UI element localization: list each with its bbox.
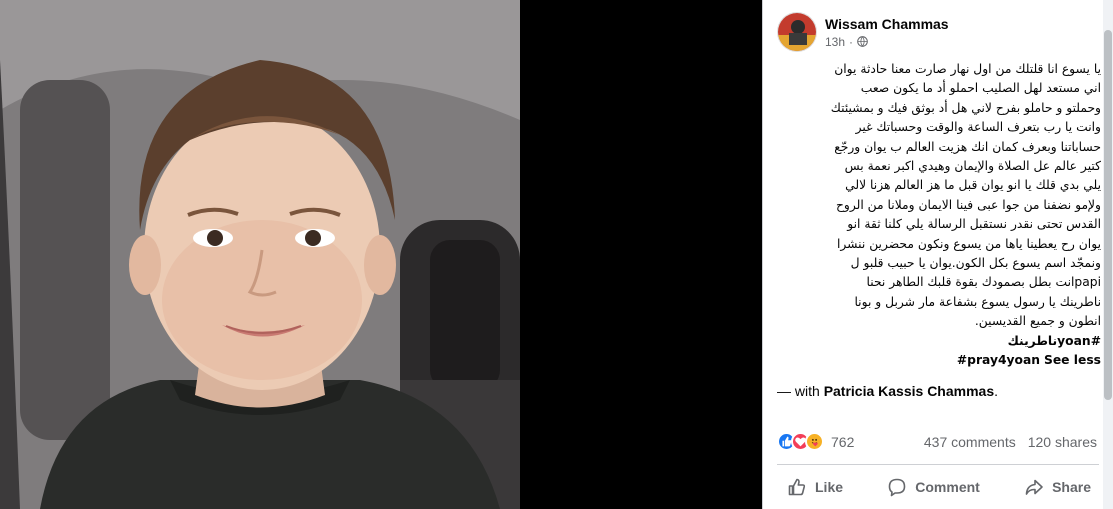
post-actions-bar: Like Comment Share <box>777 470 1101 504</box>
post-timestamp[interactable]: 13h <box>825 35 845 49</box>
caption-line: وانت يا رب بتعرف الساعة والوقت وحسباتك غ… <box>855 120 1101 135</box>
tagged-person-link[interactable]: Patricia Kassis Chammas <box>824 383 994 399</box>
speech-bubble-icon <box>888 478 906 497</box>
caption-line: يا يسوع انا قلتلك من اول نهار صارت معنا … <box>834 62 1101 76</box>
care-reaction-icon <box>805 432 824 451</box>
caption-line: حساباتنا وبعرف كمان انك هزيت العالم ب يو… <box>834 139 1101 154</box>
caption-line: ونمجّد اسم يسوع بكل الكون.يوان يا حبيب ق… <box>850 256 1101 271</box>
share-button[interactable]: Share <box>1014 470 1101 504</box>
photo-viewer <box>0 0 762 509</box>
hashtag-link[interactable]: #yoanناطرينك <box>1008 334 1101 348</box>
like-label: Like <box>815 479 844 495</box>
with-suffix: . <box>994 383 999 399</box>
author-name[interactable]: Wissam Chammas <box>825 16 949 32</box>
globe-icon <box>857 36 868 47</box>
author-block: Wissam Chammas 13h · <box>825 16 949 49</box>
comment-label: Comment <box>915 479 980 495</box>
see-less-link[interactable]: See less <box>1044 353 1101 367</box>
caption-line: القدس تحتى نقدر نستقبل الرسالة يلي كلنا … <box>847 217 1101 232</box>
share-label: Share <box>1052 479 1091 495</box>
share-arrow-icon <box>1025 479 1043 495</box>
panel-scrollbar[interactable] <box>1103 0 1113 509</box>
meta-dot: · <box>849 34 854 49</box>
engagement-stats: 762 437 comments 120 shares <box>777 432 1097 451</box>
post-photo[interactable] <box>0 0 520 509</box>
comments-count[interactable]: 437 comments <box>924 434 1016 450</box>
avatar-image <box>778 13 816 51</box>
post-meta: 13h · <box>825 35 949 49</box>
actions-divider <box>777 464 1099 465</box>
comment-button[interactable]: Comment <box>877 470 990 504</box>
post-details-panel: Wissam Chammas 13h · يا يسوع انا قلتلك م… <box>762 0 1113 509</box>
caption-line: ولإمو نضفنا من جوا عبى فينا الايمان وملا… <box>835 197 1101 212</box>
post-header: Wissam Chammas 13h · <box>777 10 949 54</box>
hashtag-line: #yoanناطرينك <box>777 332 1101 351</box>
post-caption: يا يسوع انا قلتلك من اول نهار صارت معنا … <box>777 60 1101 371</box>
caption-line: كتير عالم عل الصلاة والإيمان وهيدي اكبر … <box>844 159 1101 174</box>
caption-line: ناطرينك يا رسول يسوع بشفاعة مار شربل و ب… <box>854 294 1101 309</box>
comment-share-counts: 437 comments 120 shares <box>924 434 1097 450</box>
caption-line: يلي بدي قلك يا انو يوان قبل ما هز العالم… <box>845 178 1101 193</box>
caption-line: اني مستعد لهل الصليب احملو أد ما يكون صع… <box>860 81 1101 96</box>
author-avatar[interactable] <box>777 12 817 52</box>
with-prefix: — with <box>777 383 824 399</box>
scrollbar-thumb[interactable] <box>1104 30 1112 400</box>
shares-count[interactable]: 120 shares <box>1028 434 1097 450</box>
like-button[interactable]: Like <box>777 470 853 504</box>
tagged-with-line: — with Patricia Kassis Chammas. <box>777 383 998 399</box>
thumbs-up-icon <box>788 478 806 496</box>
caption-line: papiانت بطل بصمودك بقوة قلبك الطاهر نحنا <box>866 275 1101 290</box>
caption-line: وحملتو و حاملو بفرح لاني هل أد بوثق فيك … <box>830 100 1101 115</box>
reaction-count[interactable]: 762 <box>831 434 854 450</box>
hashtag-link[interactable]: #pray4yoan <box>957 353 1040 367</box>
caption-line: انطون و جميع القديسين. <box>974 314 1101 329</box>
child-portrait-image <box>0 0 520 509</box>
hashtag-line: #pray4yoan See less <box>777 351 1101 370</box>
caption-line: يوان رح يعطينا ياها من يسوع ونكون محضرين… <box>836 236 1101 251</box>
reactions-summary[interactable]: 762 <box>777 432 854 451</box>
